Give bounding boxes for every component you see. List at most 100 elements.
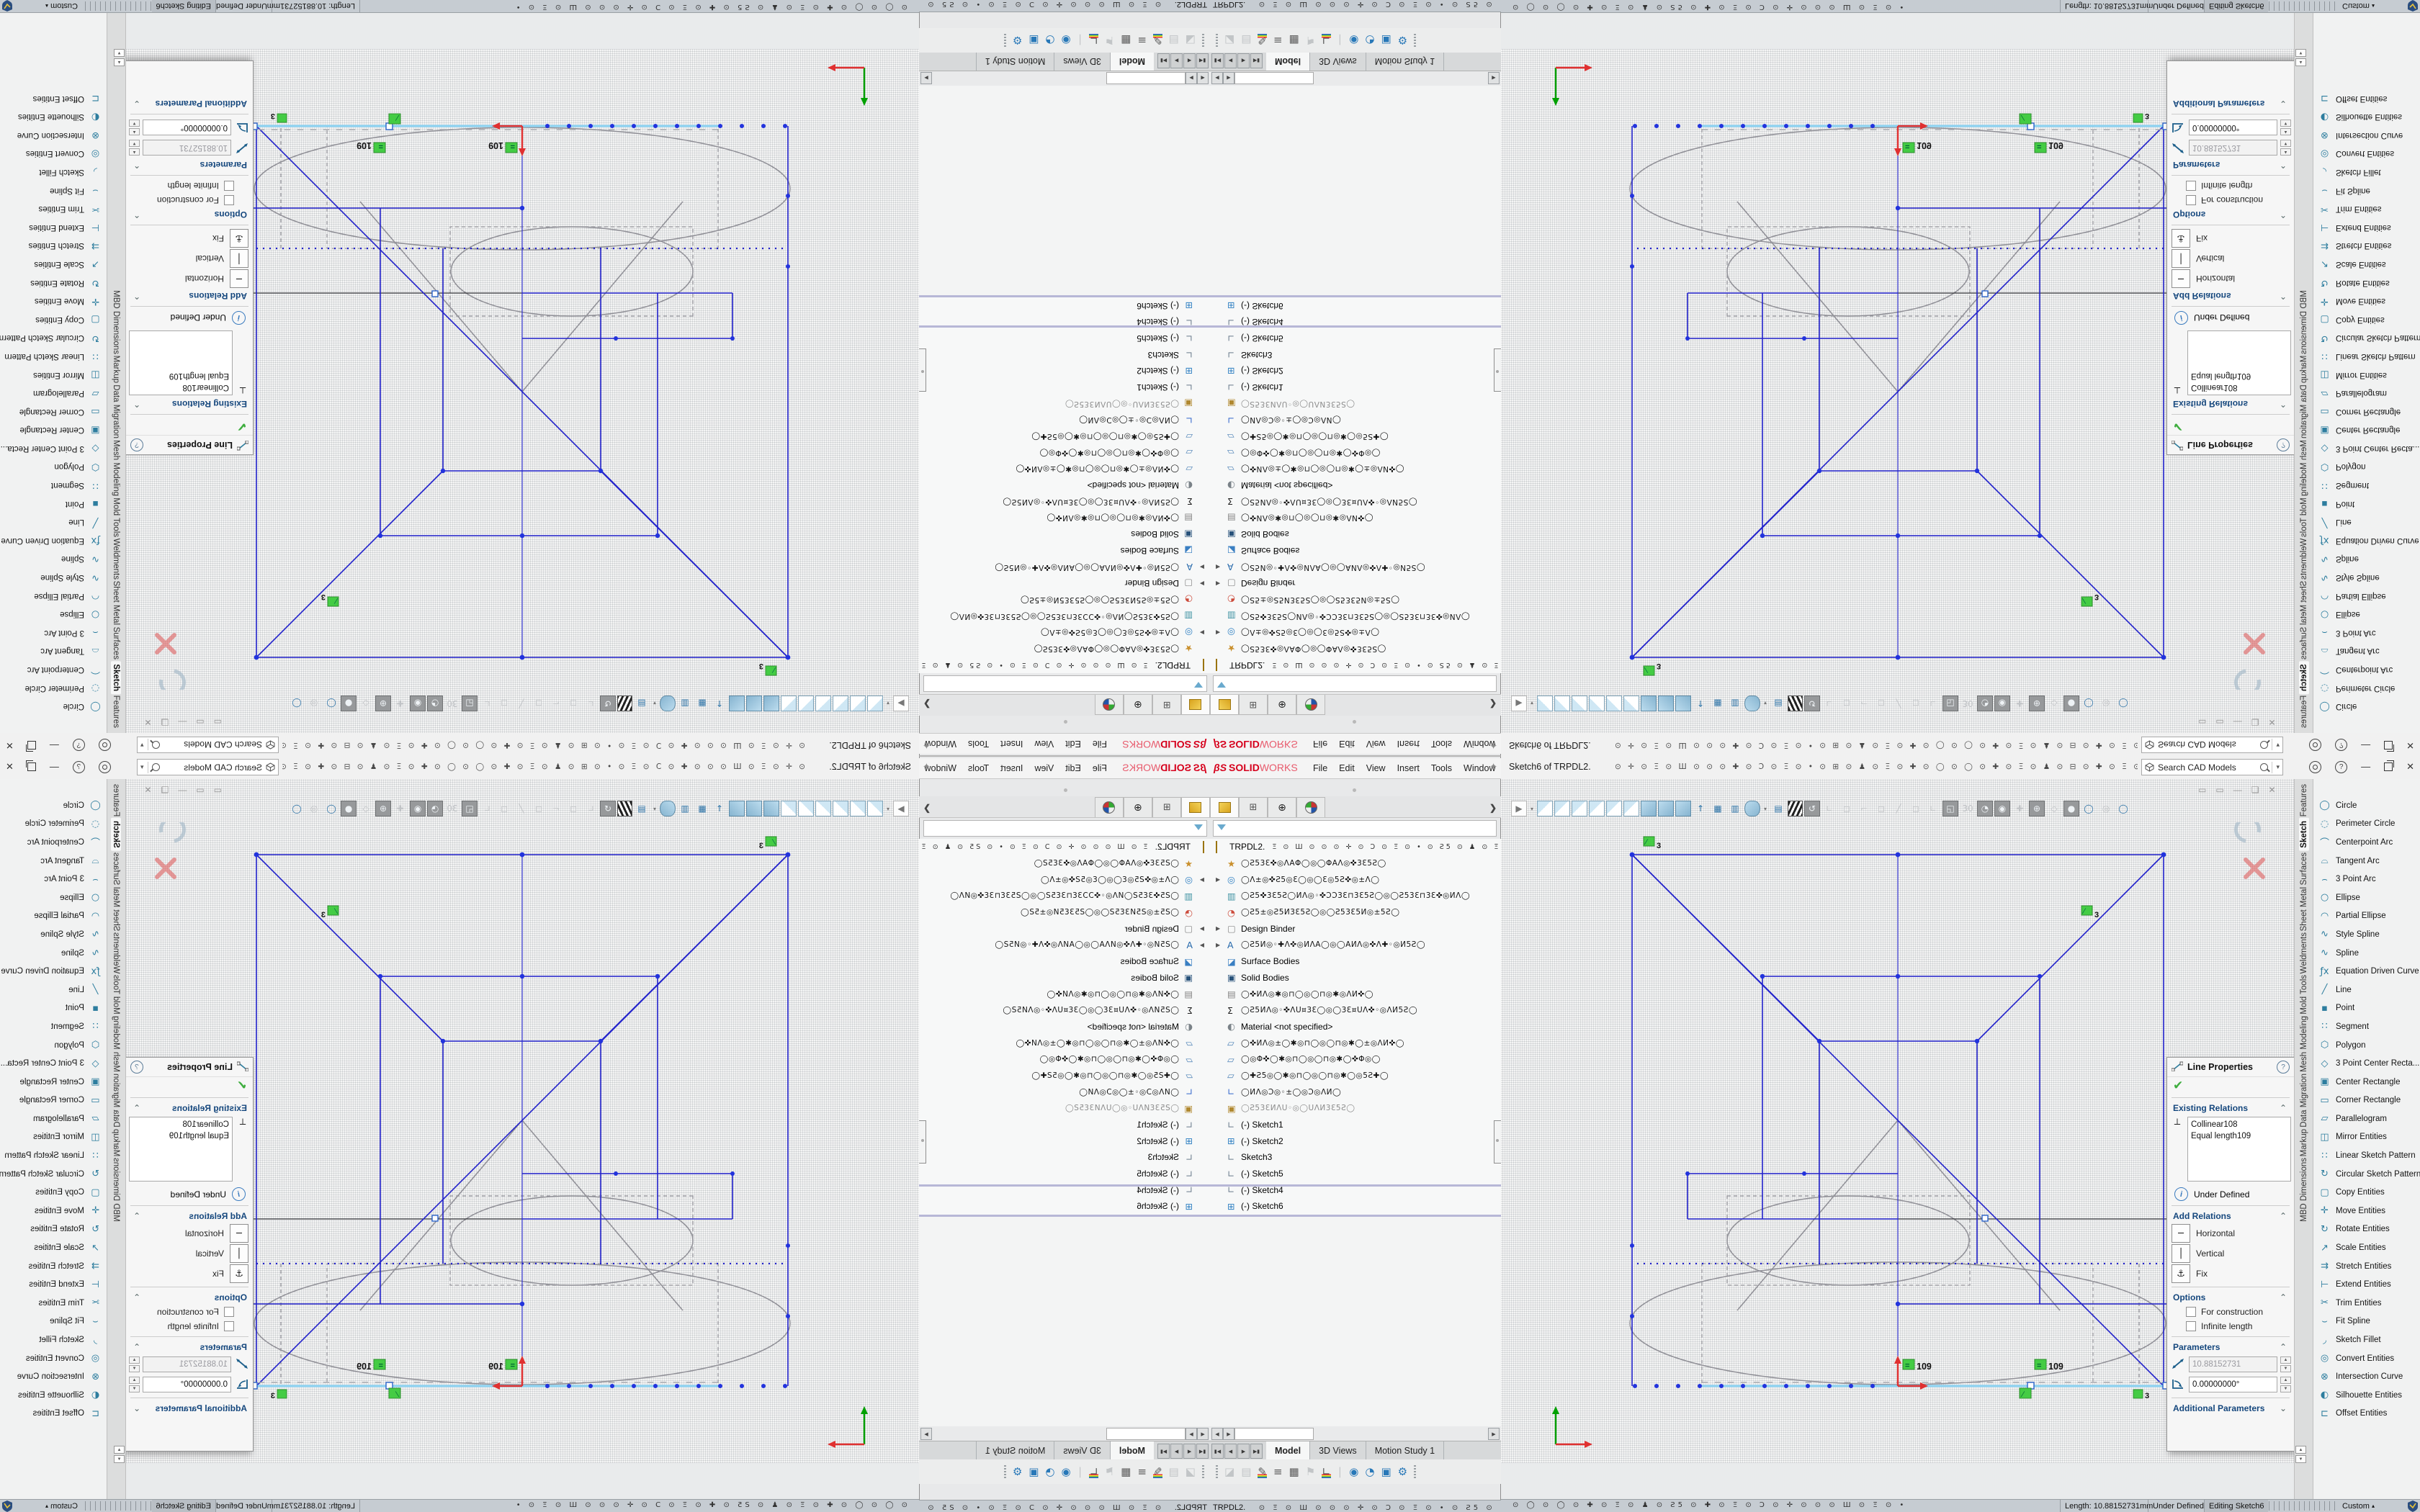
toolbar-icon[interactable]: 30 <box>444 696 460 711</box>
tool-item[interactable]: ∿ Spline <box>0 944 107 963</box>
tool-item[interactable]: ◇ 3 Point Center Recta... <box>2313 1054 2420 1073</box>
scroll-far-right-button[interactable]: ▶ <box>1488 72 1500 84</box>
tool-item[interactable]: ◐ Silhouette Entities <box>2313 107 2420 126</box>
command-tab[interactable]: Weldments <box>112 932 121 973</box>
menu-item[interactable]: View <box>1034 739 1054 749</box>
angle-spinner[interactable]: ▲▼ <box>129 1377 140 1392</box>
tool-item[interactable]: ╱ Line <box>2313 981 2420 999</box>
command-tab[interactable]: MBD Dimensions <box>2300 1158 2308 1222</box>
toolbar-icon[interactable]: ◱ <box>1942 801 1958 816</box>
toolbar-icon[interactable]: ▾ <box>884 801 892 816</box>
toolbar-icon[interactable]: ∟ <box>1925 696 1941 711</box>
palette-scroll-spinner[interactable]: ▲▼ <box>2295 1446 2306 1463</box>
minimize-button[interactable]: — <box>2361 738 2370 752</box>
toolbar-icon[interactable]: ◯ <box>323 696 339 711</box>
tab-display-manager[interactable] <box>1095 797 1124 817</box>
toolbar-icon[interactable] <box>815 696 831 711</box>
tool-item[interactable]: ▣ Center Rectangle <box>2313 421 2420 440</box>
toolbar-icon[interactable] <box>1537 801 1553 816</box>
toolbar-icon[interactable]: ◻ <box>1873 696 1889 711</box>
tree-row[interactable]: ▱ ◯✚Ƨ5◎◯✱◎⊓◯◎◯⊓◎✱◯◎5Ƨ✚◯ <box>919 1068 1210 1084</box>
tool-item[interactable]: ⌒ Centerpoint Arc <box>2313 833 2420 852</box>
toolbar-icon[interactable]: ◯ <box>2115 801 2131 816</box>
command-tab[interactable]: Sheet Metal <box>112 887 121 931</box>
tree-row[interactable]: ▣ ◯Ƨ53ƐИΛU◦◎◯UΛИ3Ɛ5Ƨ◯ <box>919 1100 1210 1117</box>
command-tab[interactable]: MBD Dimensions <box>112 290 121 354</box>
tool-item[interactable]: ⬡ Polygon <box>2313 458 2420 477</box>
scroll-right-button[interactable]: ▶ <box>1186 1428 1197 1440</box>
search-dropdown-icon[interactable]: ▾ <box>140 763 144 771</box>
motion-tool-icon[interactable]: ⚑ <box>1306 1465 1315 1478</box>
freeze-bar[interactable] <box>919 1184 1210 1187</box>
tree-row[interactable]: ▣ Solid Bodies <box>919 970 1210 986</box>
toolbar-icon[interactable] <box>1788 801 1803 816</box>
toolbar-icon[interactable]: ⊕ <box>375 696 391 711</box>
toolbar-icon[interactable]: ◇ <box>358 696 374 711</box>
toolbar-icon[interactable] <box>746 696 762 711</box>
motion-tool-icon[interactable]: ▣ <box>1381 34 1391 47</box>
motion-tool-icon[interactable]: ≡ <box>1137 34 1147 47</box>
tree-row[interactable]: ▥ ◯Ƨ5✜3Ɛ5Ƨ◯ИΛ◎◦✜ƆƆ3Ɛ⊓3Ɛ5Ƨ◯◎◯Ƨ53Ɛ⊓3Ɛ✜◎ИΛ◯ <box>1210 608 1501 624</box>
tree-row[interactable]: ▱ ◯✚Ƨ5◎◯✱◎⊓◯◎◯⊓◎✱◯◎5Ƨ✚◯ <box>919 428 1210 445</box>
tree-row[interactable]: ▶ ▢ Design Binder <box>1210 920 1501 937</box>
menu-item[interactable]: Edit <box>1339 763 1355 773</box>
add-relation-button[interactable]: │Vertical <box>126 248 253 269</box>
command-tab[interactable]: MBD Dimensions <box>112 1158 121 1222</box>
tool-item[interactable]: ▪ Point <box>2313 999 2420 1018</box>
minimize-button[interactable]: — <box>2361 760 2370 774</box>
option-checkbox-row[interactable]: Infinite length <box>2167 1319 2294 1333</box>
search-icon[interactable] <box>2260 741 2268 749</box>
tool-item[interactable]: ⊢ Extend Entities <box>0 1275 107 1294</box>
tool-item[interactable]: ✛ Move Entities <box>2313 292 2420 310</box>
relation-item[interactable]: Collinear108 <box>133 1119 229 1130</box>
motion-tab[interactable]: 3D Views <box>1310 52 1366 71</box>
command-tab[interactable]: Markup <box>2300 1129 2308 1156</box>
tree-row[interactable]: ◐ Material <not specified> <box>1210 477 1501 494</box>
tree-row[interactable]: ∟ (-) Sketch1 <box>1210 1117 1501 1133</box>
tool-item[interactable]: ▭ Corner Rectangle <box>2313 1092 2420 1110</box>
toolbar-icon[interactable]: ◎ <box>2098 696 2114 711</box>
toolbar-icon[interactable]: ◻ <box>565 801 581 816</box>
motion-tool-icon[interactable]: ∟ <box>1322 1465 1331 1478</box>
tool-item[interactable]: ○ Ellipse <box>0 888 107 907</box>
tool-item[interactable]: ∷ Linear Sketch Pattern <box>0 347 107 366</box>
toolbar-icon[interactable] <box>729 801 745 816</box>
tool-item[interactable]: ✛ Move Entities <box>0 292 107 310</box>
toolbar-icon[interactable]: ◱ <box>462 801 478 816</box>
tool-item[interactable]: ⊢ Extend Entities <box>2313 218 2420 237</box>
close-button[interactable]: ✕ <box>6 738 14 752</box>
section-add-relations[interactable]: Add Relations⌃ <box>2167 1209 2294 1223</box>
toolbar-icon[interactable]: ▶ <box>1511 696 1527 711</box>
command-tab[interactable]: Sheet Metal <box>2300 887 2308 931</box>
toolbar-icon[interactable]: ◻ <box>496 696 512 711</box>
tool-item[interactable]: ◞ Sketch Fillet <box>0 1331 107 1349</box>
angle-value-field[interactable]: 0.00000000° <box>143 1377 231 1392</box>
tree-row[interactable]: ∟ ◯ИΛ◎Ɔ◎◦±◯◎Ɔ◎ΛИ◯ <box>919 412 1210 428</box>
toolbar-icon[interactable] <box>660 696 676 711</box>
menu-item[interactable]: Insert <box>1397 763 1420 773</box>
tree-row[interactable]: ⊞ (-) Sketch6 <box>919 1198 1210 1215</box>
toolbar-icon[interactable] <box>781 696 797 711</box>
toolbar-icon[interactable]: ◯ <box>2081 696 2097 711</box>
status-custom-dropdown[interactable]: Custom ▴ <box>2338 0 2379 12</box>
motion-tool-icon[interactable]: ✎ <box>1153 34 1162 47</box>
menu-pin-icon[interactable]: ✦ <box>923 739 931 750</box>
tool-item[interactable]: ◠ Partial Ellipse <box>0 907 107 926</box>
scroll-left-button[interactable]: ◀ <box>1197 72 1209 84</box>
add-relation-button[interactable]: ⚓Fix <box>2167 228 2294 248</box>
toolbar-icon[interactable] <box>1675 696 1691 711</box>
command-tab[interactable]: Mesh Modeling <box>112 1016 121 1072</box>
menu-item[interactable]: View <box>1366 763 1386 773</box>
toolbar-icon[interactable] <box>1554 801 1570 816</box>
vcr-button[interactable]: ▶▮ <box>1250 53 1263 68</box>
relation-item[interactable]: Collinear108 <box>2191 382 2287 393</box>
toolbar-icon[interactable]: ◔ <box>427 801 443 816</box>
option-checkbox-row[interactable]: Infinite length <box>126 179 253 193</box>
scroll-right-button[interactable]: ▶ <box>1223 1428 1234 1440</box>
toolbar-icon[interactable]: ▥ <box>677 696 693 711</box>
tool-item[interactable]: ⌒ Centerpoint Arc <box>0 833 107 852</box>
freeze-bar[interactable] <box>1210 1184 1501 1187</box>
tree-row[interactable]: ◪ Surface Bodies <box>919 543 1210 559</box>
tool-item[interactable]: ↻ Rotate Entities <box>0 274 107 292</box>
command-tab[interactable]: Sketch <box>112 818 122 851</box>
